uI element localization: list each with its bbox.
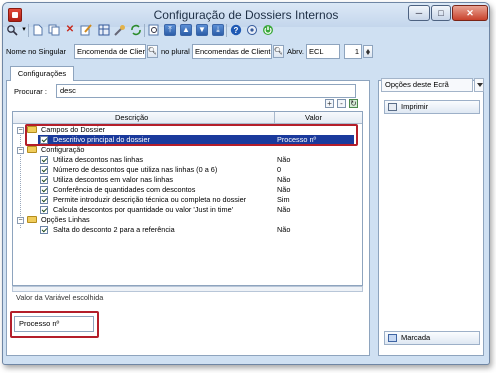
item-value[interactable]: Sim <box>277 195 290 205</box>
printer-icon <box>388 103 397 111</box>
singular-lookup-icon[interactable]: 🔍︎ <box>147 45 158 58</box>
copy-icon[interactable] <box>48 24 60 36</box>
refresh-icon[interactable] <box>130 24 142 36</box>
item-checkbox[interactable] <box>40 186 48 194</box>
item-checkbox[interactable] <box>40 226 48 234</box>
delete-icon[interactable]: ✕ <box>64 24 76 36</box>
plural-lookup-icon[interactable]: 🔍︎ <box>273 45 284 58</box>
singular-label: Nome no Singular <box>6 47 67 56</box>
group-row[interactable]: − Configuração <box>13 145 362 155</box>
search-input[interactable]: desc <box>56 84 356 98</box>
tab-configuracoes[interactable]: Configurações <box>10 66 74 81</box>
item-label: Número de descontos que utiliza nas linh… <box>53 165 218 174</box>
singular-name-input[interactable]: Encomenda de Clier <box>74 44 146 59</box>
next-record-icon[interactable]: ▼ <box>196 24 208 36</box>
collapse-all-button[interactable]: - <box>337 99 346 108</box>
folder-icon <box>27 216 37 223</box>
svg-text:?: ? <box>234 26 239 35</box>
column-divider <box>274 112 275 124</box>
grid-header: Descrição Valor <box>13 112 362 124</box>
search-icon[interactable] <box>6 24 18 36</box>
item-label: Permite introduzir descrição técnica ou … <box>53 195 247 204</box>
folder-icon <box>27 146 37 153</box>
group-label: Configuração <box>41 145 85 154</box>
preview-icon[interactable] <box>148 24 160 36</box>
item-checkbox[interactable] <box>40 196 48 204</box>
tree-item-row[interactable]: Permite introduzir descrição técnica ou … <box>13 195 362 205</box>
highlight-box <box>25 124 358 146</box>
grid-icon[interactable] <box>98 24 110 36</box>
valor-label: Valor da Variável escolhida <box>16 293 104 302</box>
abrev-input[interactable]: ECL <box>306 44 340 59</box>
mark-icon <box>388 334 397 342</box>
expand-all-button[interactable]: + <box>325 99 334 108</box>
tools-icon[interactable] <box>114 24 126 36</box>
last-record-icon[interactable]: ⤓ <box>212 24 224 36</box>
tree-item-row[interactable]: Calcula descontos por quantidade ou valo… <box>13 205 362 215</box>
item-label: Salta do desconto 2 para a referência <box>53 225 175 234</box>
highlight-box <box>10 311 99 338</box>
power-icon[interactable] <box>262 24 274 36</box>
item-checkbox[interactable] <box>40 206 48 214</box>
item-label: Utiliza descontos em valor nas linhas <box>53 175 174 184</box>
tree-item-row[interactable]: Utiliza descontos em valor nas linhas Nã… <box>13 175 362 185</box>
collapse-icon[interactable]: − <box>17 147 24 154</box>
search-label: Procurar : <box>14 87 47 96</box>
item-value[interactable]: Não <box>277 155 290 165</box>
imprimir-label: Imprimir <box>401 102 429 111</box>
marcada-button[interactable]: Marcada <box>384 331 480 345</box>
edit-icon[interactable] <box>80 24 92 36</box>
tree-item-row[interactable]: Salta do desconto 2 para a referência Nã… <box>13 225 362 235</box>
item-value[interactable]: Não <box>277 185 290 195</box>
plural-label: no plural <box>161 47 190 56</box>
toolbar-separator <box>28 24 29 37</box>
number-spinner[interactable] <box>363 45 373 58</box>
previous-record-icon[interactable]: ▲ <box>180 24 192 36</box>
marcada-label: Marcada <box>401 333 431 342</box>
column-valor[interactable]: Valor <box>305 113 322 122</box>
item-value[interactable]: Não <box>277 225 290 235</box>
first-record-icon[interactable]: ⤒ <box>164 24 176 36</box>
plural-name-input[interactable]: Encomendas de Client <box>192 44 272 59</box>
item-checkbox[interactable] <box>40 156 48 164</box>
tree-item-row[interactable]: Número de descontos que utiliza nas linh… <box>13 165 362 175</box>
help-icon[interactable]: ? <box>230 24 242 36</box>
tree-item-row[interactable]: Conferência de quantidades com descontos… <box>13 185 362 195</box>
item-value[interactable]: 0 <box>277 165 281 175</box>
column-descricao[interactable]: Descrição <box>115 113 148 122</box>
item-label: Utiliza descontos nas linhas <box>53 155 144 164</box>
options-panel <box>378 80 484 356</box>
item-value[interactable]: Não <box>277 175 290 185</box>
new-document-icon[interactable] <box>32 24 44 36</box>
settings-icon[interactable] <box>246 24 258 36</box>
item-label: Calcula descontos por quantidade ou valo… <box>53 205 234 214</box>
close-button[interactable]: ✕ <box>452 5 488 21</box>
item-checkbox[interactable] <box>40 166 48 174</box>
toolbar-separator <box>226 24 227 37</box>
options-select[interactable]: Opções deste Ecrã <box>381 78 473 92</box>
item-label: Conferência de quantidades com descontos <box>53 185 196 194</box>
refresh-tree-icon[interactable]: ↻ <box>349 99 358 108</box>
group-row[interactable]: − Opções Linhas <box>13 215 362 225</box>
item-checkbox[interactable] <box>40 176 48 184</box>
collapse-icon[interactable]: − <box>17 127 24 134</box>
imprimir-button[interactable]: Imprimir <box>384 100 480 114</box>
maximize-button[interactable]: □ <box>431 5 451 21</box>
group-label: Opções Linhas <box>41 215 90 224</box>
collapse-icon[interactable]: − <box>17 217 24 224</box>
abrev-label: Abrv. <box>287 47 304 56</box>
item-value[interactable]: Não <box>277 205 290 215</box>
minimize-button[interactable]: ─ <box>408 5 430 21</box>
horizontal-scrollbar[interactable] <box>12 286 363 292</box>
chevron-down-icon[interactable] <box>474 78 484 92</box>
toolbar-separator <box>144 24 145 37</box>
number-input[interactable]: 1 <box>344 44 362 59</box>
tree-item-row[interactable]: Utiliza descontos nas linhas Não <box>13 155 362 165</box>
dossier-name-row: Nome no Singular Encomenda de Clier 🔍︎ n… <box>6 44 482 60</box>
toolbar: ▾ ✕ ⤒ ▲ ▼ ⤓ ? <box>4 22 484 40</box>
